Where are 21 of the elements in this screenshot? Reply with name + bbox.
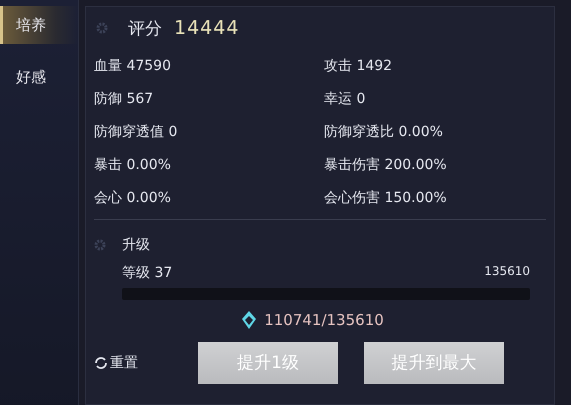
reset-button[interactable]: 重置 xyxy=(94,354,138,372)
stat-text: 攻击 1492 xyxy=(324,57,394,76)
sidebar-tab[interactable]: 好感 xyxy=(0,58,78,96)
stat-text: 会心 0.00% xyxy=(94,189,172,208)
score-value: 14444 xyxy=(174,17,240,39)
gear-icon xyxy=(94,239,106,251)
stat-text: 幸运 0 xyxy=(324,90,366,109)
stat-text: 血量 47590 xyxy=(94,57,172,76)
stat-text: 防御 567 xyxy=(94,90,154,109)
score-label: 评分 xyxy=(128,18,162,40)
exp-cost: 110741/135610 xyxy=(264,311,384,329)
gear-icon xyxy=(96,22,108,34)
stat-text: 暴击 0.00% xyxy=(94,156,172,175)
level-label: 等级 37 xyxy=(122,264,172,282)
stat-text: 会心伤害 150.00% xyxy=(324,189,448,208)
stat-text: 暴击伤害 200.00% xyxy=(324,156,448,175)
stat-text: 防御穿透比 0.00% xyxy=(324,123,444,142)
stat-text: 防御穿透值 0 xyxy=(94,123,178,142)
refresh-icon xyxy=(94,356,108,370)
section-title: 升级 xyxy=(122,236,150,254)
max-exp: 135610 xyxy=(484,264,530,280)
